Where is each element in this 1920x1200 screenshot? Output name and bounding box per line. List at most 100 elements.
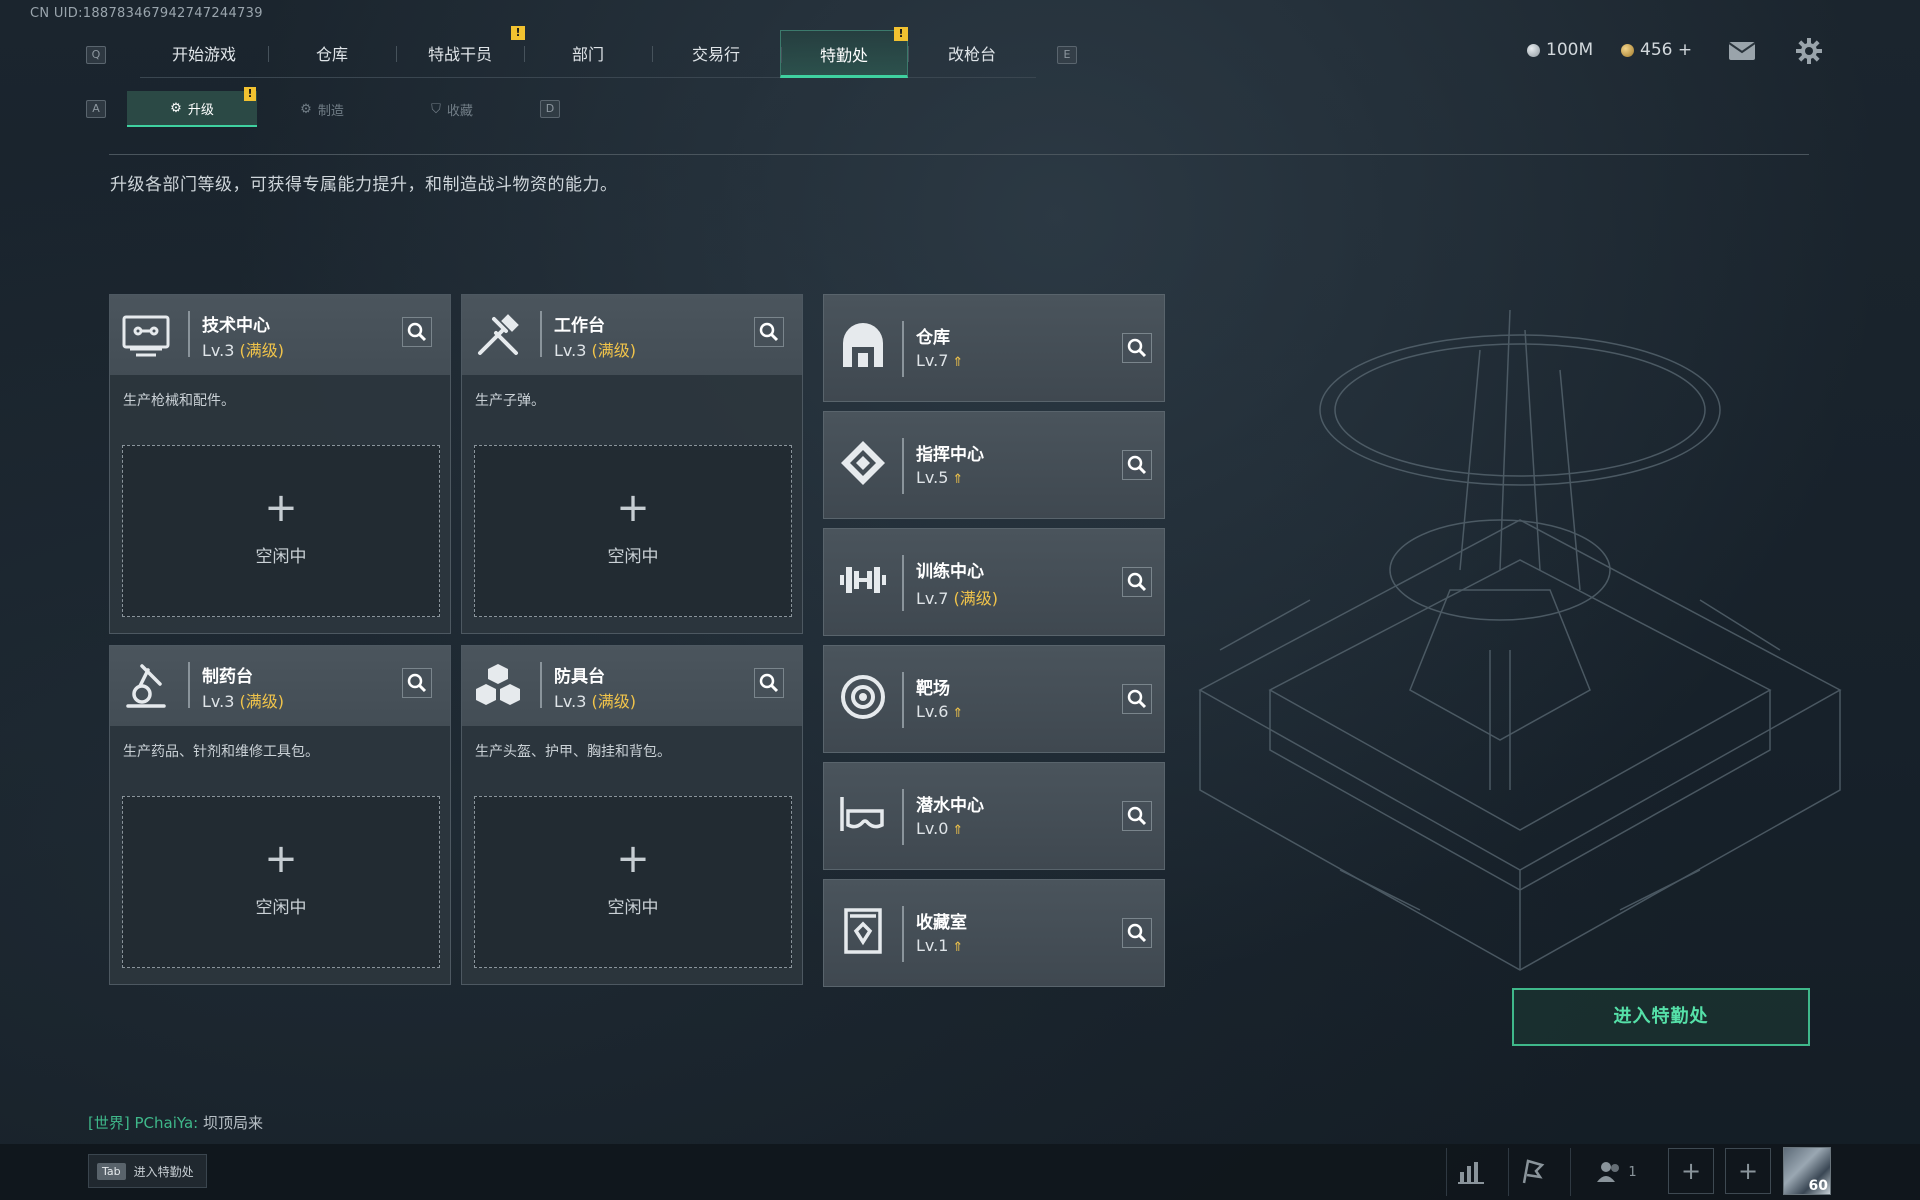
plus-icon: + [1680, 1157, 1702, 1185]
next-subtab-key-hint: D [540, 100, 560, 118]
search-icon [759, 673, 779, 693]
max-level-tag: (满级) [591, 692, 637, 711]
facility-level: Lv.3 (满级) [202, 688, 284, 712]
facility-card-training-center[interactable]: 训练中心 Lv.7 (满级) [823, 528, 1165, 636]
collection-room-icon [838, 906, 888, 956]
subtab-collection[interactable]: ⛉ 收藏 [387, 91, 517, 127]
inspect-button[interactable] [1122, 450, 1152, 480]
tab-gunsmith[interactable]: 改枪台 [908, 30, 1036, 78]
divider [902, 906, 904, 962]
upgrade-available-icon: ⇑ [952, 472, 964, 487]
facility-description: 生产枪械和配件。 [123, 393, 235, 409]
facility-card-collection-room[interactable]: 收藏室 Lv.1 ⇑ [823, 879, 1165, 987]
tab-label: 仓库 [315, 45, 348, 64]
inspect-button[interactable] [1122, 567, 1152, 597]
production-slot[interactable]: + 空闲中 [474, 445, 792, 617]
page-description: 升级各部门等级，可获得专属能力提升，和制造战斗物资的能力。 [110, 175, 618, 195]
inspect-button[interactable] [402, 317, 432, 347]
enter-special-ops-button[interactable]: 进入特勤处 [1512, 988, 1810, 1046]
production-slot[interactable]: + 空闲中 [474, 796, 792, 968]
add-icon: + [616, 836, 650, 882]
facility-card-diving-center[interactable]: 潜水中心 Lv.0 ⇑ [823, 762, 1165, 870]
facility-name: 技术中心 [202, 316, 270, 336]
tab-special-ops[interactable]: 特勤处 ! [780, 27, 909, 78]
level-text: Lv.3 [202, 692, 235, 711]
tab-trade[interactable]: 交易行 [652, 30, 780, 78]
gold-amount: 456 + [1640, 40, 1693, 60]
tab-start-game[interactable]: 开始游戏 [140, 30, 268, 78]
divider [109, 154, 1809, 155]
tab-warehouse[interactable]: 仓库 [268, 30, 396, 78]
facility-card-warehouse[interactable]: 仓库 Lv.7 ⇑ [823, 294, 1165, 402]
facility-description: 生产药品、针剂和维修工具包。 [123, 744, 319, 760]
inspect-button[interactable] [754, 668, 784, 698]
production-slot[interactable]: + 空闲中 [122, 796, 440, 968]
facility-description: 生产头盔、护甲、胸挂和背包。 [475, 744, 671, 760]
subtab-craft[interactable]: ⚙ 制造 [257, 91, 387, 127]
inspect-button[interactable] [1122, 801, 1152, 831]
facility-name: 靶场 [916, 679, 950, 699]
add-slot-button[interactable]: + [1725, 1148, 1771, 1194]
tab-label: 交易行 [691, 45, 740, 64]
card-header: 技术中心 Lv.3 (满级) [110, 295, 450, 375]
stats-button[interactable] [1446, 1148, 1494, 1196]
chat-text: 坝顶局来 [203, 1114, 264, 1132]
card-header: 工作台 Lv.3 (满级) [462, 295, 802, 375]
level-text: Lv.3 [554, 341, 587, 360]
subtab-upgrade[interactable]: ⚙ 升级 ! [127, 87, 257, 127]
player-level: 60 [1808, 1178, 1828, 1194]
facility-card-shooting-range[interactable]: 靶场 Lv.6 ⇑ [823, 645, 1165, 753]
silver-coin-icon [1527, 43, 1540, 57]
facility-name: 潜水中心 [916, 796, 984, 816]
slot-status: 空闲中 [607, 898, 659, 918]
add-icon: + [264, 485, 298, 531]
flag-button[interactable] [1508, 1148, 1556, 1196]
facility-card-tech-center[interactable]: 技术中心 Lv.3 (满级) 生产枪械和配件。 + 空闲中 [109, 294, 451, 634]
add-slot-button[interactable]: + [1668, 1148, 1714, 1194]
player-avatar[interactable]: 60 [1783, 1147, 1831, 1195]
inspect-button[interactable] [754, 317, 784, 347]
facility-card-command-center[interactable]: 指挥中心 Lv.5 ⇑ [823, 411, 1165, 519]
production-slot[interactable]: + 空闲中 [122, 445, 440, 617]
silver-currency[interactable]: 100M [1527, 40, 1593, 60]
max-level-tag: (满级) [953, 589, 999, 608]
search-icon [1127, 455, 1147, 475]
level-text: Lv.3 [554, 692, 587, 711]
inspect-button[interactable] [1122, 918, 1152, 948]
upgrade-available-icon: ⇑ [952, 823, 964, 838]
tab-label: 开始游戏 [171, 45, 236, 64]
friends-icon [1597, 1162, 1620, 1182]
inspect-button[interactable] [402, 668, 432, 698]
upgrade-icon: ⚙ [170, 100, 182, 116]
level-text: Lv.1 [916, 936, 949, 955]
facility-card-armor-bench[interactable]: 防具台 Lv.3 (满级) 生产头盔、护甲、胸挂和背包。 + 空闲中 [461, 645, 803, 985]
inspect-button[interactable] [1122, 333, 1152, 363]
max-level-tag: (满级) [239, 341, 285, 360]
level-text: Lv.7 [916, 351, 949, 370]
friends-button[interactable]: 1 [1570, 1148, 1662, 1196]
craft-icon: ⚙ [300, 101, 312, 117]
chat-message[interactable]: [世界] PChaiYa: 坝顶局来 [88, 1112, 263, 1133]
inspect-button[interactable] [1122, 684, 1152, 714]
facility-card-workbench[interactable]: 工作台 Lv.3 (满级) 生产子弹。 + 空闲中 [461, 294, 803, 634]
next-tab-key-hint: E [1057, 46, 1077, 64]
tab-key: Tab [97, 1162, 126, 1180]
settings-gear-icon[interactable] [1796, 38, 1822, 64]
gold-currency[interactable]: 456 + [1621, 40, 1692, 60]
tab-department[interactable]: 部门 [524, 30, 652, 78]
divider [902, 438, 904, 494]
shooting-range-icon [838, 672, 888, 722]
upgrade-available-icon: ⇑ [952, 940, 964, 955]
search-icon [407, 322, 427, 342]
chat-sender: PChaiYa: [134, 1114, 199, 1132]
tab-label: 改枪台 [948, 45, 997, 64]
prev-subtab-key-hint: A [86, 100, 106, 118]
divider [902, 321, 904, 377]
mail-icon[interactable] [1728, 41, 1756, 61]
armor-bench-icon [472, 660, 524, 712]
facility-name: 仓库 [916, 328, 950, 348]
facility-card-pharmacy[interactable]: 制药台 Lv.3 (满级) 生产药品、针剂和维修工具包。 + 空闲中 [109, 645, 451, 985]
tab-shortcut-hint[interactable]: Tab 进入特勤处 [88, 1154, 207, 1188]
tab-operators[interactable]: 特战干员 ! [396, 26, 525, 78]
collection-icon: ⛉ [431, 101, 441, 117]
